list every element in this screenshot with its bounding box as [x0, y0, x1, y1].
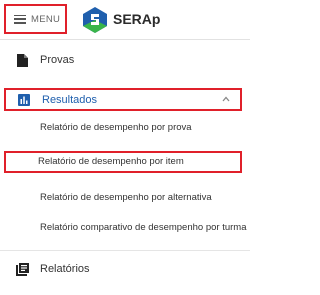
nav-item-label: Provas: [40, 54, 75, 66]
hamburger-icon: [14, 14, 26, 24]
chevron-up-icon[interactable]: [222, 95, 230, 103]
nav-item-relatorios[interactable]: Relatórios: [0, 261, 250, 277]
document-icon: [15, 53, 29, 67]
sub-item-desempenho-alternativa[interactable]: Relatório de desempenho por alternativa: [0, 192, 250, 206]
nav-item-label: Resultados: [42, 93, 98, 106]
divider: [0, 250, 250, 251]
sub-item-label: Relatório de desempenho por alternativa: [40, 192, 212, 203]
sub-item-comparativo-turma[interactable]: Relatório comparativo de desempenho por …: [0, 222, 250, 236]
menu-button[interactable]: MENU: [4, 4, 67, 34]
bar-chart-icon: [17, 93, 31, 107]
nav-item-resultados[interactable]: Resultados: [4, 88, 242, 111]
sub-item-label: Relatório de desempenho por prova: [40, 122, 192, 133]
nav-item-provas[interactable]: Provas: [0, 50, 250, 70]
menu-label: MENU: [31, 13, 61, 25]
sub-item-label: Relatório comparativo de desempenho por …: [40, 222, 247, 233]
app-header: MENU SERAp: [0, 0, 250, 40]
brand-name: SERAp: [113, 11, 161, 27]
library-books-icon: [15, 262, 29, 276]
sub-item-label: Relatório de desempenho por item: [38, 156, 184, 167]
nav-item-label: Relatórios: [40, 263, 90, 275]
sub-item-desempenho-item[interactable]: Relatório de desempenho por item: [4, 151, 242, 173]
serap-logo-icon: [83, 7, 107, 33]
sub-item-desempenho-prova[interactable]: Relatório de desempenho por prova: [0, 122, 250, 136]
